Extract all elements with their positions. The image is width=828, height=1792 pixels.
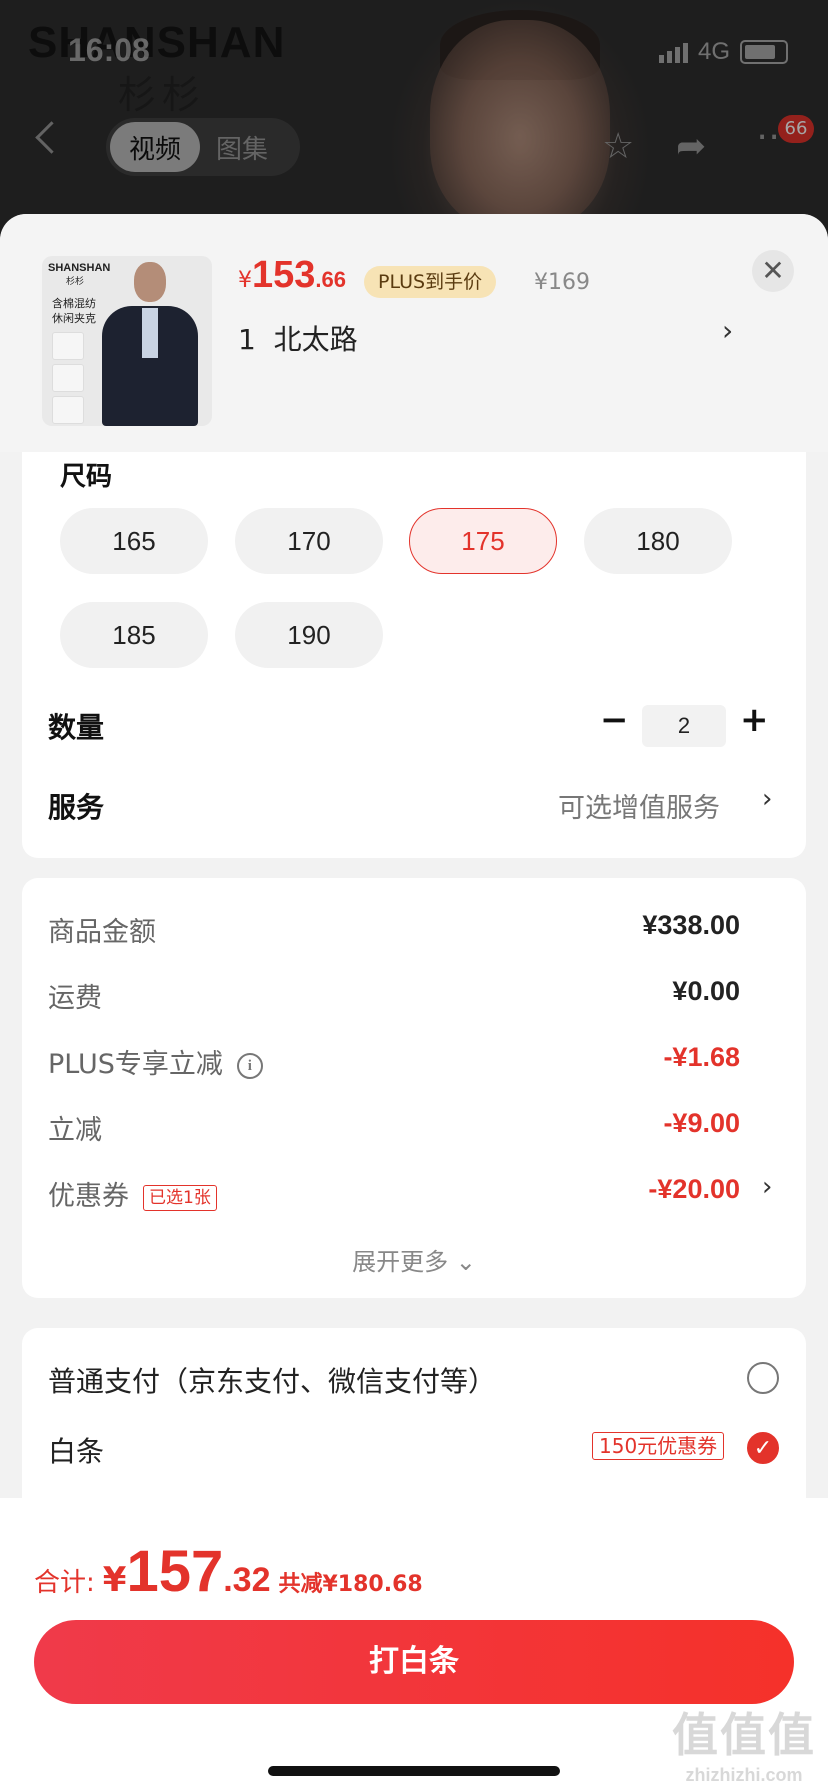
feature-icon — [52, 364, 84, 392]
total-label: 合计: — [34, 1568, 95, 1598]
service-chevron-icon[interactable]: › — [762, 784, 772, 814]
expand-more-button[interactable]: 展开更多 ⌄ — [22, 1242, 806, 1277]
shipping-label: 运费 — [48, 983, 102, 1014]
quantity-plus-button[interactable]: + — [740, 700, 769, 740]
size-option-selected[interactable]: 175 — [409, 508, 557, 574]
amount-value: ¥338.00 — [642, 910, 740, 940]
instant-discount-value: -¥9.00 — [663, 1108, 740, 1138]
checkout-footer: 合计: ¥157.32 共减¥180.68 打白条 值值值 zhizhizhi.co… — [0, 1498, 828, 1792]
coupon-text: 优惠券 — [48, 1181, 129, 1212]
product-summary: SHANSHAN 杉杉 含棉混纺 休闲夹克 ¥153.66 PLUS到手价 ¥1… — [0, 214, 828, 452]
amount-label: 商品金额 — [48, 917, 156, 948]
coupon-chevron-icon[interactable]: › — [762, 1172, 772, 1202]
shirt-image — [142, 308, 158, 358]
original-price: ¥169 — [534, 270, 590, 295]
shipping-value: ¥0.00 — [672, 976, 740, 1006]
chevron-down-icon: ⌄ — [455, 1248, 476, 1276]
product-price: ¥153.66 — [238, 254, 346, 296]
expand-more-text: 展开更多 — [352, 1248, 449, 1276]
delivery-address[interactable]: 1 北太路 — [238, 318, 358, 358]
watermark: 值值值 zhizhizhi.com — [672, 1708, 816, 1785]
total-amount: 合计: ¥157.32 共减¥180.68 — [34, 1539, 423, 1604]
product-thumbnail: SHANSHAN 杉杉 含棉混纺 休闲夹克 — [42, 256, 212, 426]
size-option[interactable]: 180 — [584, 508, 732, 574]
size-option[interactable]: 185 — [60, 602, 208, 668]
pay-with-baitiao-button[interactable]: 打白条 — [34, 1620, 794, 1704]
size-title: 尺码 — [60, 462, 113, 492]
plus-discount-value: -¥1.68 — [663, 1042, 740, 1072]
model-head — [134, 262, 166, 302]
feature-icon — [52, 396, 84, 424]
overlay-dim[interactable] — [0, 0, 828, 240]
home-indicator — [268, 1766, 560, 1776]
thumb-brand: SHANSHAN — [48, 262, 111, 274]
payment-baitiao-radio-checked[interactable]: ✓ — [747, 1432, 779, 1464]
thumb-tagline: 含棉混纺 休闲夹克 — [52, 297, 96, 325]
plus-discount-label: PLUS专享立减 i — [48, 1042, 263, 1081]
total-saving: 共减¥180.68 — [278, 1572, 423, 1597]
options-card: 尺码 165 170 175 180 185 190 数量 − 2 + 服务 可… — [22, 414, 806, 858]
payment-normal-label[interactable]: 普通支付（京东支付、微信支付等） — [48, 1360, 496, 1400]
payment-baitiao-label[interactable]: 白条 — [48, 1430, 104, 1470]
payment-normal-radio[interactable] — [747, 1362, 779, 1394]
plus-price-tag: PLUS到手价 — [364, 266, 497, 298]
size-option[interactable]: 190 — [235, 602, 383, 668]
baitiao-coupon-tag: 150元优惠券 — [592, 1432, 725, 1460]
purchase-sheet: SHANSHAN 杉杉 含棉混纺 休闲夹克 ¥153.66 PLUS到手价 ¥1… — [0, 214, 828, 1792]
coupon-label[interactable]: 优惠券 已选1张 — [48, 1174, 217, 1213]
address-chevron-icon[interactable]: › — [722, 314, 733, 347]
amount-card: 商品金额 ¥338.00 运费 ¥0.00 PLUS专享立减 i -¥1.68 立… — [22, 878, 806, 1298]
coupon-selected-tag: 已选1张 — [143, 1184, 217, 1211]
info-icon[interactable]: i — [236, 1052, 263, 1079]
size-option[interactable]: 165 — [60, 508, 208, 574]
thumb-brand-cn: 杉杉 — [66, 277, 85, 287]
service-label: 服务 — [48, 791, 105, 824]
close-button[interactable]: ✕ — [752, 250, 794, 292]
coupon-value[interactable]: -¥20.00 — [648, 1174, 740, 1205]
quantity-input[interactable]: 2 — [642, 705, 726, 747]
size-option[interactable]: 170 — [235, 508, 383, 574]
quantity-label: 数量 — [48, 711, 105, 744]
instant-discount-label: 立减 — [48, 1115, 102, 1146]
feature-icon — [52, 332, 84, 360]
quantity-minus-button[interactable]: − — [600, 700, 629, 740]
plus-discount-text: PLUS专享立减 — [48, 1049, 223, 1080]
service-value[interactable]: 可选增值服务 — [558, 786, 720, 825]
